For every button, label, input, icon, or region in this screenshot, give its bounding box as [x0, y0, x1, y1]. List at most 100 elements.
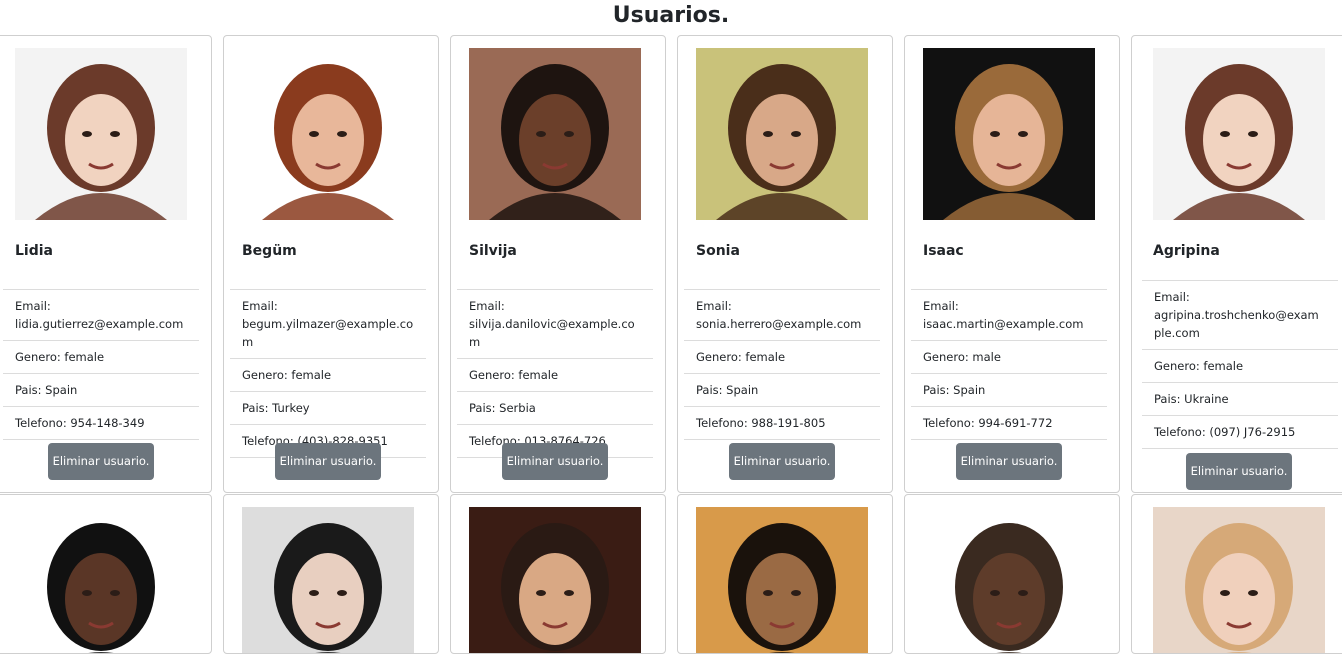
email-value: lidia.gutierrez@example.com — [15, 317, 184, 331]
user-name: Lidia — [15, 243, 53, 259]
email-item: Email: sonia.herrero@example.com — [684, 290, 880, 341]
portrait — [469, 48, 641, 220]
gender-item: Genero: female — [3, 341, 199, 374]
user-photo — [923, 507, 1095, 653]
right-eye — [791, 131, 801, 137]
right-eye — [1018, 590, 1028, 596]
user-card — [904, 494, 1120, 654]
face — [519, 94, 591, 186]
right-eye — [337, 590, 347, 596]
country-item: Pais: Spain — [3, 374, 199, 407]
right-eye — [110, 131, 120, 137]
face — [292, 94, 364, 186]
portrait — [1153, 48, 1325, 220]
gender-item: Genero: female — [457, 359, 653, 392]
user-card: Begüm Email: begum.yilmazer@example.com G… — [223, 35, 439, 493]
email-item: Email: lidia.gutierrez@example.com — [3, 290, 199, 341]
left-eye — [82, 131, 92, 137]
delete-user-button[interactable]: Eliminar usuario. — [956, 443, 1062, 480]
right-eye — [337, 131, 347, 137]
email-value: agripina.troshchenko@example.com — [1154, 308, 1319, 340]
left-eye — [536, 131, 546, 137]
portrait — [1153, 507, 1325, 653]
face — [746, 94, 818, 186]
country-item: Pais: Spain — [684, 374, 880, 407]
user-card — [1131, 494, 1342, 654]
portrait — [469, 507, 641, 653]
delete-user-button[interactable]: Eliminar usuario. — [729, 443, 835, 480]
email-item: Email: silvija.danilovic@example.com — [457, 290, 653, 359]
portrait — [696, 48, 868, 220]
country-item: Pais: Ukraine — [1142, 383, 1338, 416]
face — [1203, 94, 1275, 186]
user-name: Isaac — [923, 243, 964, 259]
email-label: Email: — [469, 299, 505, 313]
user-card: Agripina Email: agripina.troshchenko@exam… — [1131, 35, 1342, 493]
face — [292, 553, 364, 645]
user-card — [677, 494, 893, 654]
left-eye — [1220, 131, 1230, 137]
gender-item: Genero: female — [1142, 350, 1338, 383]
country-item: Pais: Serbia — [457, 392, 653, 425]
face — [973, 94, 1045, 186]
left-eye — [763, 131, 773, 137]
user-card: Lidia Email: lidia.gutierrez@example.com … — [0, 35, 212, 493]
user-photo — [242, 507, 414, 653]
phone-item: Telefono: 994-691-772 — [911, 407, 1107, 440]
face — [65, 94, 137, 186]
portrait — [242, 507, 414, 653]
delete-user-button[interactable]: Eliminar usuario. — [48, 443, 154, 480]
user-details: Email: isaac.martin@example.com Genero: m… — [911, 289, 1107, 440]
phone-item: Telefono: 954-148-349 — [3, 407, 199, 440]
email-value: isaac.martin@example.com — [923, 317, 1084, 331]
right-eye — [564, 590, 574, 596]
delete-user-button[interactable]: Eliminar usuario. — [502, 443, 608, 480]
left-eye — [1220, 590, 1230, 596]
user-details: Email: silvija.danilovic@example.com Gene… — [457, 289, 653, 458]
portrait — [696, 507, 868, 653]
user-card: Sonia Email: sonia.herrero@example.com Ge… — [677, 35, 893, 493]
face — [519, 553, 591, 645]
user-name: Sonia — [696, 243, 740, 259]
portrait — [242, 48, 414, 220]
country-item: Pais: Turkey — [230, 392, 426, 425]
face — [1203, 553, 1275, 645]
user-photo — [1153, 48, 1325, 220]
user-card: Silvija Email: silvija.danilovic@example.… — [450, 35, 666, 493]
portrait — [923, 48, 1095, 220]
user-name: Begüm — [242, 243, 297, 259]
user-details: Email: begum.yilmazer@example.com Genero:… — [230, 289, 426, 458]
delete-user-button[interactable]: Eliminar usuario. — [1186, 453, 1292, 490]
left-eye — [990, 131, 1000, 137]
user-photo — [923, 48, 1095, 220]
email-item: Email: agripina.troshchenko@example.com — [1142, 281, 1338, 350]
right-eye — [1018, 131, 1028, 137]
left-eye — [763, 590, 773, 596]
right-eye — [564, 131, 574, 137]
right-eye — [1248, 131, 1258, 137]
user-name: Agripina — [1153, 243, 1220, 259]
face — [746, 553, 818, 645]
face — [65, 553, 137, 645]
right-eye — [110, 590, 120, 596]
delete-user-button[interactable]: Eliminar usuario. — [275, 443, 381, 480]
left-eye — [82, 590, 92, 596]
phone-item: Telefono: 988-191-805 — [684, 407, 880, 440]
right-eye — [791, 590, 801, 596]
left-eye — [536, 590, 546, 596]
user-photo — [469, 507, 641, 653]
user-photo — [696, 507, 868, 653]
email-label: Email: — [696, 299, 732, 313]
email-label: Email: — [242, 299, 278, 313]
user-photo — [242, 48, 414, 220]
email-item: Email: begum.yilmazer@example.com — [230, 290, 426, 359]
left-eye — [990, 590, 1000, 596]
user-photo — [15, 48, 187, 220]
left-eye — [309, 590, 319, 596]
email-value: begum.yilmazer@example.com — [242, 317, 414, 349]
email-label: Email: — [1154, 290, 1190, 304]
portrait — [15, 48, 187, 220]
email-item: Email: isaac.martin@example.com — [911, 290, 1107, 341]
user-card — [0, 494, 212, 654]
user-photo — [15, 507, 187, 653]
